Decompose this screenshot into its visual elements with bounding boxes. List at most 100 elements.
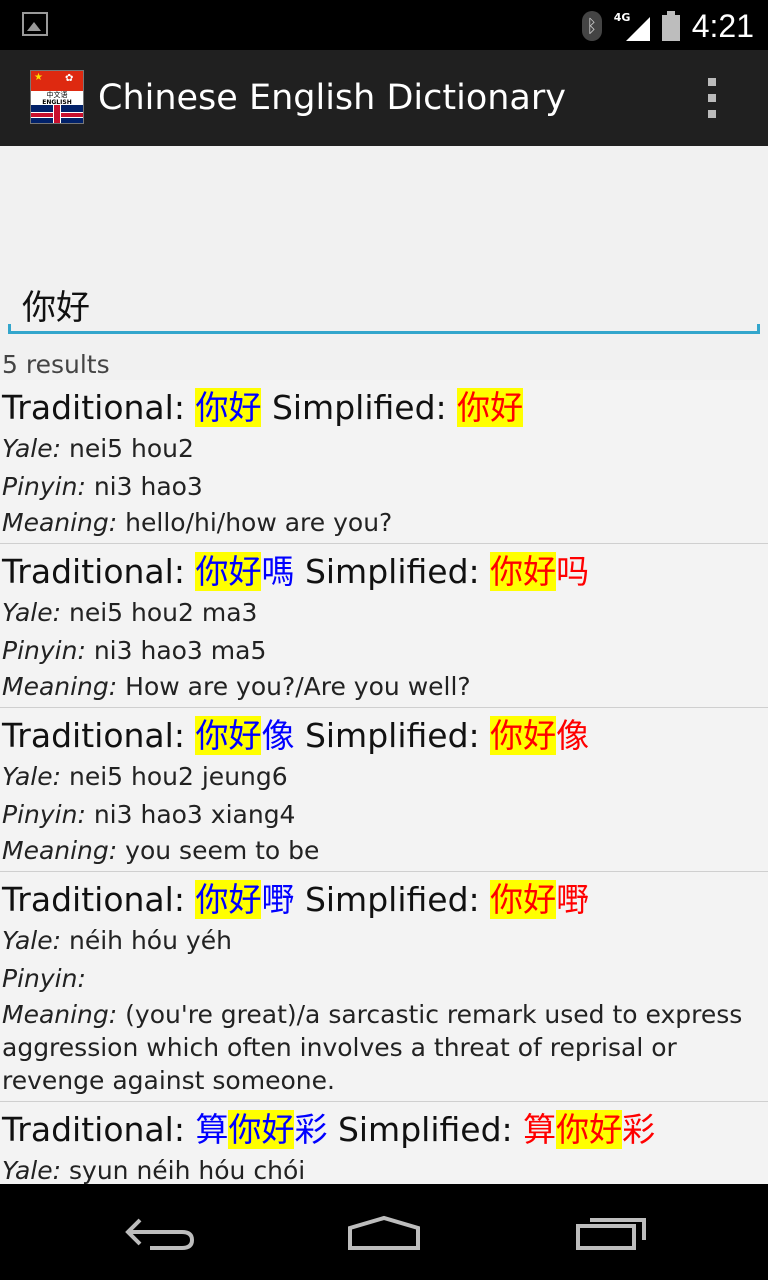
meaning-field-label: Meaning: bbox=[2, 508, 118, 537]
simplified-suffix: 像 bbox=[556, 716, 590, 755]
traditional-match-highlight: 你好 bbox=[195, 716, 262, 755]
results-list[interactable]: Traditional: 你好 Simplified: 你好 Yale: nei5… bbox=[0, 380, 768, 1184]
simplified-label: Simplified: bbox=[304, 880, 480, 919]
traditional-suffix: 彩 bbox=[294, 1110, 328, 1149]
app-title: Chinese English Dictionary bbox=[98, 78, 566, 118]
traditional-suffix: 嗎 bbox=[261, 552, 295, 591]
simplified-word: 你好吗 bbox=[490, 552, 589, 591]
meaning-field: Meaning: hello/hi/how are you? bbox=[2, 506, 768, 539]
meaning-field-value: How are you?/Are you well? bbox=[125, 672, 471, 701]
simplified-suffix: 吗 bbox=[556, 552, 590, 591]
traditional-suffix: 像 bbox=[261, 716, 295, 755]
main-content: 5 results Traditional: 你好 Simplified: 你好… bbox=[0, 146, 768, 1184]
simplified-label: Simplified: bbox=[304, 552, 480, 591]
pinyin-field-label: Pinyin: bbox=[2, 964, 86, 993]
yale-field: Yale: nei5 hou2 ma3 bbox=[2, 594, 768, 632]
meaning-field: Meaning: How are you?/Are you well? bbox=[2, 670, 768, 703]
traditional-match-highlight: 你好 bbox=[195, 880, 262, 919]
result-entry[interactable]: Traditional: 你好嘢 Simplified: 你好嘢 Yale: né… bbox=[0, 872, 768, 1102]
traditional-label: Traditional: bbox=[2, 1110, 185, 1149]
search-underline bbox=[8, 324, 760, 334]
meaning-field-value: hello/hi/how are you? bbox=[125, 508, 393, 537]
battery-icon bbox=[661, 11, 680, 41]
pinyin-field-label: Pinyin: bbox=[2, 636, 86, 665]
recents-icon[interactable] bbox=[572, 1212, 652, 1252]
status-bar: ᛒ 4G 4:21 bbox=[0, 0, 768, 50]
traditional-match-highlight: 你好 bbox=[195, 552, 262, 591]
simplified-match-highlight: 你好 bbox=[457, 388, 524, 427]
meaning-field-label: Meaning: bbox=[2, 672, 118, 701]
result-entry[interactable]: Traditional: 你好像 Simplified: 你好像 Yale: ne… bbox=[0, 708, 768, 872]
result-entry[interactable]: Traditional: 你好 Simplified: 你好 Yale: nei5… bbox=[0, 380, 768, 544]
back-icon[interactable] bbox=[120, 1212, 200, 1252]
pinyin-field: Pinyin: ni3 hao3 bbox=[2, 468, 768, 506]
result-entry[interactable]: Traditional: 你好嗎 Simplified: 你好吗 Yale: ne… bbox=[0, 544, 768, 708]
simplified-suffix: 彩 bbox=[622, 1110, 656, 1149]
entry-headline: Traditional: 算你好彩 Simplified: 算你好彩 bbox=[2, 1108, 768, 1152]
bluetooth-icon: ᛒ bbox=[581, 11, 602, 41]
traditional-prefix: 算 bbox=[195, 1110, 229, 1149]
yale-field: Yale: syun néih hóu chói bbox=[2, 1152, 768, 1184]
entry-headline: Traditional: 你好嗎 Simplified: 你好吗 bbox=[2, 550, 768, 594]
simplified-word: 你好嘢 bbox=[490, 880, 589, 919]
yale-field-value: néih hóu yéh bbox=[69, 926, 232, 955]
simplified-suffix: 嘢 bbox=[556, 880, 590, 919]
search-input[interactable] bbox=[22, 282, 742, 326]
home-icon[interactable] bbox=[344, 1212, 424, 1252]
simplified-label: Simplified: bbox=[271, 388, 447, 427]
simplified-match-highlight: 你好 bbox=[490, 880, 557, 919]
simplified-match-highlight: 你好 bbox=[490, 716, 557, 755]
simplified-word: 你好像 bbox=[490, 716, 589, 755]
yale-field-label: Yale: bbox=[2, 598, 62, 627]
meaning-field: Meaning: you seem to be bbox=[2, 834, 768, 867]
app-logo-icon[interactable]: 中文语 ENGLISH bbox=[30, 70, 84, 124]
search-field[interactable] bbox=[8, 276, 760, 334]
traditional-match-highlight: 你好 bbox=[195, 388, 262, 427]
navigation-bar bbox=[0, 1184, 768, 1280]
pinyin-field-label: Pinyin: bbox=[2, 472, 86, 501]
traditional-word: 你好嘢 bbox=[195, 880, 294, 919]
simplified-label: Simplified: bbox=[304, 716, 480, 755]
meaning-field-value: you seem to be bbox=[125, 836, 320, 865]
traditional-label: Traditional: bbox=[2, 880, 185, 919]
simplified-match-highlight: 你好 bbox=[490, 552, 557, 591]
app-bar: 中文语 ENGLISH Chinese English Dictionary bbox=[0, 50, 768, 146]
meaning-field: Meaning: (you're great)/a sarcastic rema… bbox=[2, 998, 768, 1097]
yale-field-label: Yale: bbox=[2, 762, 62, 791]
traditional-label: Traditional: bbox=[2, 552, 185, 591]
results-count: 5 results bbox=[2, 350, 110, 379]
meaning-field-label: Meaning: bbox=[2, 836, 118, 865]
pinyin-field-value: ni3 hao3 bbox=[93, 472, 203, 501]
simplified-match-highlight: 你好 bbox=[556, 1110, 623, 1149]
clock: 4:21 bbox=[691, 7, 754, 44]
overflow-menu-icon[interactable] bbox=[704, 78, 720, 118]
traditional-label: Traditional: bbox=[2, 388, 185, 427]
yale-field: Yale: nei5 hou2 jeung6 bbox=[2, 758, 768, 796]
pinyin-field-value: ni3 hao3 ma5 bbox=[93, 636, 267, 665]
pinyin-field: Pinyin: bbox=[2, 960, 768, 998]
pinyin-field-label: Pinyin: bbox=[2, 800, 86, 829]
yale-field-label: Yale: bbox=[2, 926, 62, 955]
traditional-match-highlight: 你好 bbox=[228, 1110, 295, 1149]
yale-field-value: nei5 hou2 ma3 bbox=[69, 598, 258, 627]
traditional-label: Traditional: bbox=[2, 716, 185, 755]
pinyin-field: Pinyin: ni3 hao3 xiang4 bbox=[2, 796, 768, 834]
traditional-word: 你好 bbox=[195, 388, 262, 427]
traditional-word: 算你好彩 bbox=[195, 1110, 327, 1149]
result-entry[interactable]: Traditional: 算你好彩 Simplified: 算你好彩 Yale: … bbox=[0, 1102, 768, 1184]
entry-headline: Traditional: 你好像 Simplified: 你好像 bbox=[2, 714, 768, 758]
status-icons: ᛒ 4G 4:21 bbox=[581, 6, 754, 46]
yale-field: Yale: néih hóu yéh bbox=[2, 922, 768, 960]
traditional-word: 你好嗎 bbox=[195, 552, 294, 591]
traditional-suffix: 嘢 bbox=[261, 880, 295, 919]
yale-field: Yale: nei5 hou2 bbox=[2, 430, 768, 468]
pinyin-field: Pinyin: ni3 hao3 ma5 bbox=[2, 632, 768, 670]
simplified-label: Simplified: bbox=[337, 1110, 513, 1149]
yale-field-value: nei5 hou2 jeung6 bbox=[69, 762, 288, 791]
signal-icon: 4G bbox=[614, 11, 650, 41]
yale-field-label: Yale: bbox=[2, 434, 62, 463]
simplified-prefix: 算 bbox=[523, 1110, 557, 1149]
entry-headline: Traditional: 你好 Simplified: 你好 bbox=[2, 386, 768, 430]
meaning-field-label: Meaning: bbox=[2, 1000, 118, 1029]
simplified-word: 算你好彩 bbox=[523, 1110, 655, 1149]
